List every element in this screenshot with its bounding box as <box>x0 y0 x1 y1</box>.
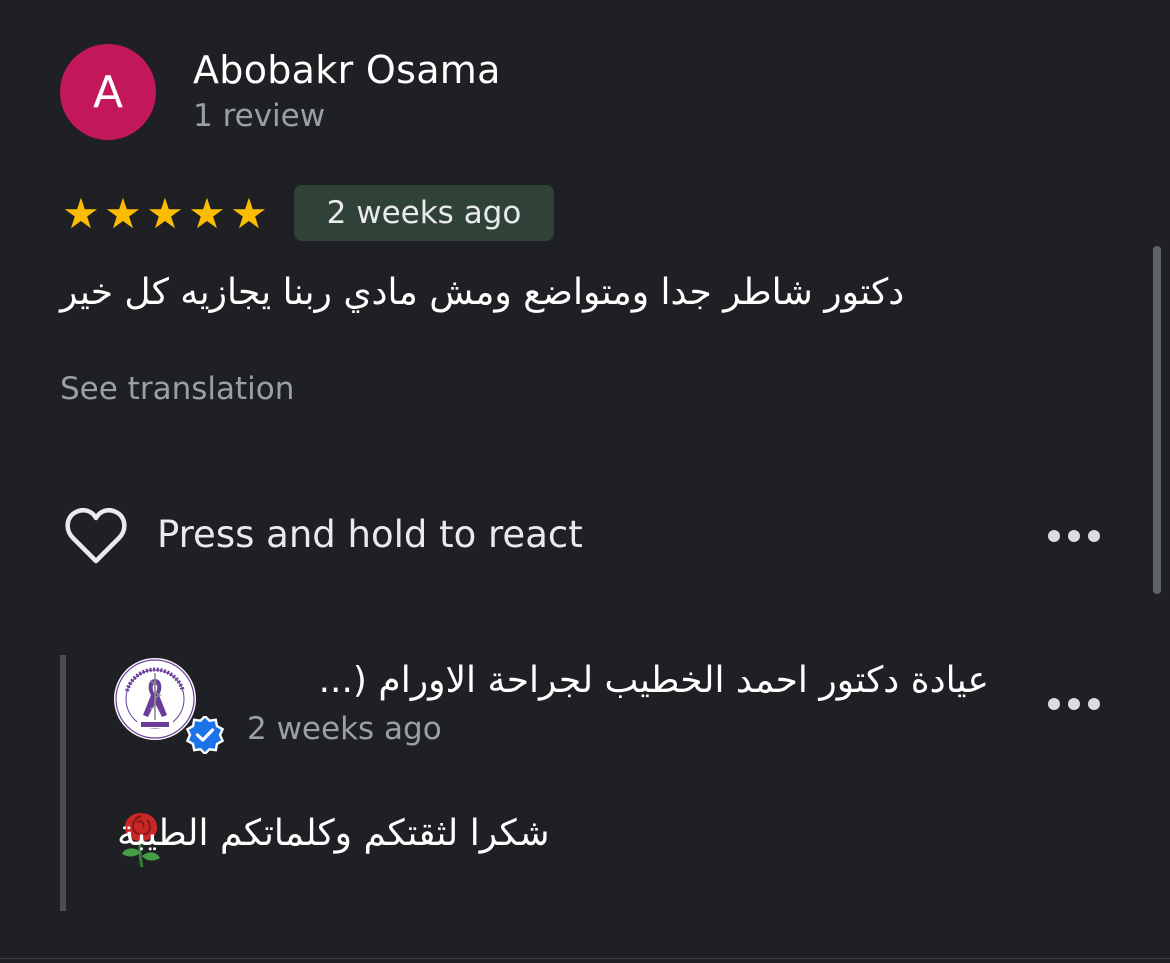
reviewer-avatar-initial: A <box>92 66 124 118</box>
owner-reply-text: شكرا لثقتكم وكلماتكم الطيبة <box>117 813 550 854</box>
see-translation-link[interactable]: See translation <box>60 371 294 407</box>
star-icon: ★ <box>62 189 100 238</box>
reviewer-avatar[interactable]: A <box>60 44 156 140</box>
heart-outline-icon[interactable] <box>64 507 128 565</box>
star-icon: ★ <box>230 189 268 238</box>
star-icon: ★ <box>146 189 184 238</box>
react-label[interactable]: Press and hold to react <box>157 513 583 556</box>
owner-reply-name[interactable]: عيادة دكتور احمد الخطيب لجراحة الاورام (… <box>247 660 989 701</box>
review-time-badge: 2 weeks ago <box>294 185 554 241</box>
review-more-options-icon[interactable] <box>1048 528 1100 544</box>
star-icon: ★ <box>188 189 226 238</box>
reviewer-review-count: 1 review <box>193 98 326 134</box>
star-icon: ★ <box>104 189 142 238</box>
reply-more-options-icon[interactable] <box>1048 696 1100 712</box>
review-time: 2 weeks ago <box>326 195 522 231</box>
review-text: دكتور شاطر جدا ومتواضع ومش مادي ربنا يجا… <box>60 272 905 313</box>
owner-reply-time: 2 weeks ago <box>247 711 442 747</box>
clinic-logo[interactable] <box>113 657 197 741</box>
scrollbar[interactable] <box>1153 246 1161 594</box>
verified-check-icon <box>186 716 224 754</box>
star-rating: ★ ★ ★ ★ ★ <box>60 192 270 236</box>
bottom-divider <box>0 958 1170 959</box>
reviewer-name[interactable]: Abobakr Osama <box>193 48 501 92</box>
reply-divider <box>60 655 66 911</box>
